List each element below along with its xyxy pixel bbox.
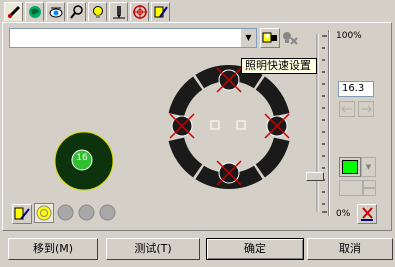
spin-up-button[interactable] [363,180,376,188]
grow-spot-button[interactable] [358,101,374,117]
spin-down-button[interactable] [363,188,376,196]
globe-icon [29,6,41,18]
tab-edit-light[interactable] [151,2,170,21]
tab-strip [0,0,395,24]
cancel-button[interactable]: 取消 [307,238,393,260]
move-to-button[interactable]: 移到(M) [8,238,98,260]
slider-thumb[interactable] [306,172,324,182]
grow-icon [361,105,372,113]
main-panel [2,22,392,231]
disc-icon [57,204,74,221]
disc-mode-button-1[interactable] [57,204,74,221]
test-button[interactable]: 测试(T) [106,238,200,260]
tab-pen[interactable] [109,2,128,21]
disc-mode-button-2[interactable] [78,204,95,221]
edit-light-icon [154,6,168,18]
slider-min-label: 0% [336,209,351,219]
target-icon [133,5,147,19]
shrink-icon [341,105,352,113]
bulb-icon [93,6,103,18]
tab-bulb[interactable] [88,2,107,21]
spot-size-field[interactable]: 16.3 [338,81,374,97]
disc-icon [99,204,116,221]
tab-globe[interactable] [25,2,44,21]
chevron-down-icon[interactable]: ▼ [240,29,256,47]
spot-preview[interactable]: 16 [54,131,114,191]
tooltip: 照明快速设置 [241,58,317,74]
preset-combobox[interactable]: ▼ [9,28,257,48]
disc-icon [78,204,95,221]
ring-mode-button[interactable] [34,203,54,223]
color-picker[interactable] [339,157,361,177]
delete-light-icon [283,32,298,45]
magnifier-icon [70,5,83,19]
ring-icon [36,205,52,221]
tab-magnifier[interactable] [67,2,86,21]
eye-icon [49,7,63,18]
color-dropdown-button[interactable]: ▼ [361,157,376,177]
spot-label: 16 [76,153,88,163]
color-swatch [342,160,358,174]
delete-preset-button[interactable] [280,28,300,48]
brush-icon [7,5,21,19]
color-value-field[interactable] [339,180,363,196]
save-preset-button[interactable] [260,28,280,48]
clear-x-icon [361,207,373,221]
pen-icon [113,6,125,19]
tab-brush[interactable] [4,2,23,21]
ok-button[interactable]: 确定 [206,238,304,260]
separator [329,30,330,216]
shrink-spot-button[interactable] [339,101,355,117]
tab-eye[interactable] [46,2,65,21]
light-edit-icon [14,207,30,220]
tab-target[interactable] [130,2,149,21]
save-light-icon [262,32,277,43]
disc-mode-button-3[interactable] [99,204,116,221]
clear-button[interactable] [357,204,377,224]
light-edit-button[interactable] [12,204,32,224]
slider-max-label: 100% [336,31,362,41]
